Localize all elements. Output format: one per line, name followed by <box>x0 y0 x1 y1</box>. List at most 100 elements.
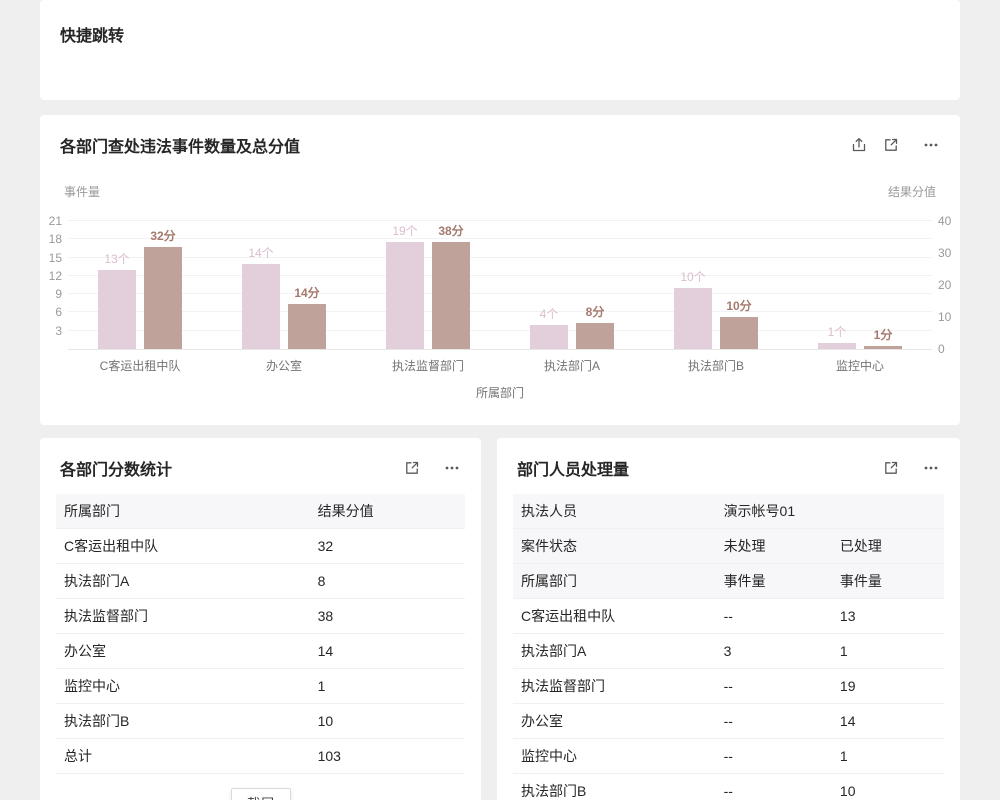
table-header-cell: 未处理 <box>716 529 832 564</box>
table-header-row: 案件状态未处理已处理 <box>513 529 944 564</box>
score-table: 所属部门结果分值C客运出租中队32执法部门A8执法监督部门38办公室14监控中心… <box>56 494 465 774</box>
table-row: C客运出租中队--13 <box>513 599 944 634</box>
table-cell: 10 <box>310 704 465 739</box>
axis-tick: 10 <box>938 310 966 324</box>
table-header-row: 所属部门结果分值 <box>56 494 465 529</box>
table-cell: 14 <box>832 704 944 739</box>
quick-jump-title: 快捷跳转 <box>60 22 940 46</box>
table-cell: 19 <box>832 669 944 704</box>
table-row: 办公室14 <box>56 634 465 669</box>
table-row: 执法部门A8 <box>56 564 465 599</box>
bar[interactable] <box>864 346 902 349</box>
axis-tick: 30 <box>938 246 966 260</box>
bar-value-label: 19个 <box>392 222 417 239</box>
bar-value-label: 32分 <box>150 227 175 244</box>
bar-value-label: 4个 <box>540 305 559 322</box>
screenshot-button[interactable]: 截屏 <box>231 788 291 800</box>
table-header-row: 执法人员演示帐号01 <box>513 494 944 529</box>
score-table-card: 各部门分数统计 所属部门 <box>40 438 481 800</box>
bar[interactable] <box>576 323 614 349</box>
score-table-toolbar <box>403 459 461 477</box>
bar[interactable] <box>288 304 326 349</box>
bar[interactable] <box>674 288 712 349</box>
more-icon[interactable] <box>922 459 940 477</box>
left-axis-title: 事件量 <box>64 183 100 200</box>
personnel-table-title: 部门人员处理量 <box>517 456 629 480</box>
export-icon[interactable] <box>850 136 868 154</box>
table-cell: 14 <box>310 634 465 669</box>
table-row: 监控中心--1 <box>513 739 944 774</box>
bar-value-label: 1个 <box>828 323 847 340</box>
table-row: 执法监督部门38 <box>56 599 465 634</box>
bar[interactable] <box>242 264 280 349</box>
table-cell: 1 <box>832 739 944 774</box>
table-cell: 监控中心 <box>513 739 716 774</box>
table-cell: 38 <box>310 599 465 634</box>
bar-group: 14个 14分 <box>212 222 356 349</box>
personnel-table: 执法人员演示帐号01案件状态未处理已处理所属部门事件量事件量C客运出租中队--1… <box>513 494 944 800</box>
table-cell: -- <box>716 704 832 739</box>
table-header-row: 所属部门事件量事件量 <box>513 564 944 599</box>
table-cell: 总计 <box>56 739 310 774</box>
table-header-cell: 演示帐号01 <box>716 494 944 529</box>
chart-categories: C客运出租中队办公室执法监督部门执法部门A执法部门B监控中心 <box>68 357 932 374</box>
dashboard-page: 快捷跳转 各部门查处违法事件数量及总分值 <box>0 0 1000 800</box>
table-cell: 执法监督部门 <box>513 669 716 704</box>
table-row: C客运出租中队32 <box>56 529 465 564</box>
table-cell: 执法部门B <box>513 774 716 800</box>
bar[interactable] <box>386 242 424 349</box>
axis-tick: 18 <box>34 232 62 246</box>
score-table-title: 各部门分数统计 <box>60 456 172 480</box>
table-header-cell: 执法人员 <box>513 494 716 529</box>
table-cell: C客运出租中队 <box>513 599 716 634</box>
table-row: 执法部门B10 <box>56 704 465 739</box>
bar[interactable] <box>98 270 136 349</box>
table-cell: 办公室 <box>513 704 716 739</box>
table-header-cell: 案件状态 <box>513 529 716 564</box>
table-header-cell: 所属部门 <box>513 564 716 599</box>
bar[interactable] <box>530 325 568 349</box>
bar-group: 19个 38分 <box>356 222 500 349</box>
table-cell: 103 <box>310 739 465 774</box>
bar-value-label: 10个 <box>680 268 705 285</box>
category-label: 执法部门B <box>644 357 788 374</box>
axis-tick: 20 <box>938 278 966 292</box>
bar[interactable] <box>144 247 182 349</box>
table-cell: 3 <box>716 634 832 669</box>
axis-tick: 15 <box>34 251 62 265</box>
open-in-new-icon[interactable] <box>882 136 900 154</box>
bar-value-label: 38分 <box>438 222 463 239</box>
bar[interactable] <box>720 317 758 349</box>
table-row: 执法部门A31 <box>513 634 944 669</box>
table-row: 监控中心1 <box>56 669 465 704</box>
bar-value-label: 14分 <box>294 284 319 301</box>
table-cell: 办公室 <box>56 634 310 669</box>
table-header-cell: 事件量 <box>832 564 944 599</box>
table-cell: 1 <box>310 669 465 704</box>
open-in-new-icon[interactable] <box>882 459 900 477</box>
gridline <box>68 220 932 221</box>
category-label: 办公室 <box>212 357 356 374</box>
chart-card: 各部门查处违法事件数量及总分值 <box>40 115 960 425</box>
personnel-table-body: 执法人员演示帐号01案件状态未处理已处理所属部门事件量事件量C客运出租中队--1… <box>513 494 944 800</box>
table-cell: 8 <box>310 564 465 599</box>
axis-tick: 6 <box>34 305 62 319</box>
open-in-new-icon[interactable] <box>403 459 421 477</box>
category-label: 执法部门A <box>500 357 644 374</box>
quick-jump-card: 快捷跳转 <box>40 0 960 100</box>
table-cell: C客运出租中队 <box>56 529 310 564</box>
more-icon[interactable] <box>922 136 940 154</box>
bar-value-label: 14个 <box>248 244 273 261</box>
table-cell: 执法部门A <box>513 634 716 669</box>
table-cell: -- <box>716 739 832 774</box>
more-icon[interactable] <box>443 459 461 477</box>
bar-group: 13个32分 <box>68 222 212 349</box>
table-cell: 10 <box>832 774 944 800</box>
table-cell: 监控中心 <box>56 669 310 704</box>
bar[interactable] <box>818 343 856 349</box>
table-header-cell: 所属部门 <box>56 494 310 529</box>
bar[interactable] <box>432 242 470 349</box>
table-cell: -- <box>716 599 832 634</box>
table-cell: 执法监督部门 <box>56 599 310 634</box>
table-row: 执法部门B--10 <box>513 774 944 800</box>
